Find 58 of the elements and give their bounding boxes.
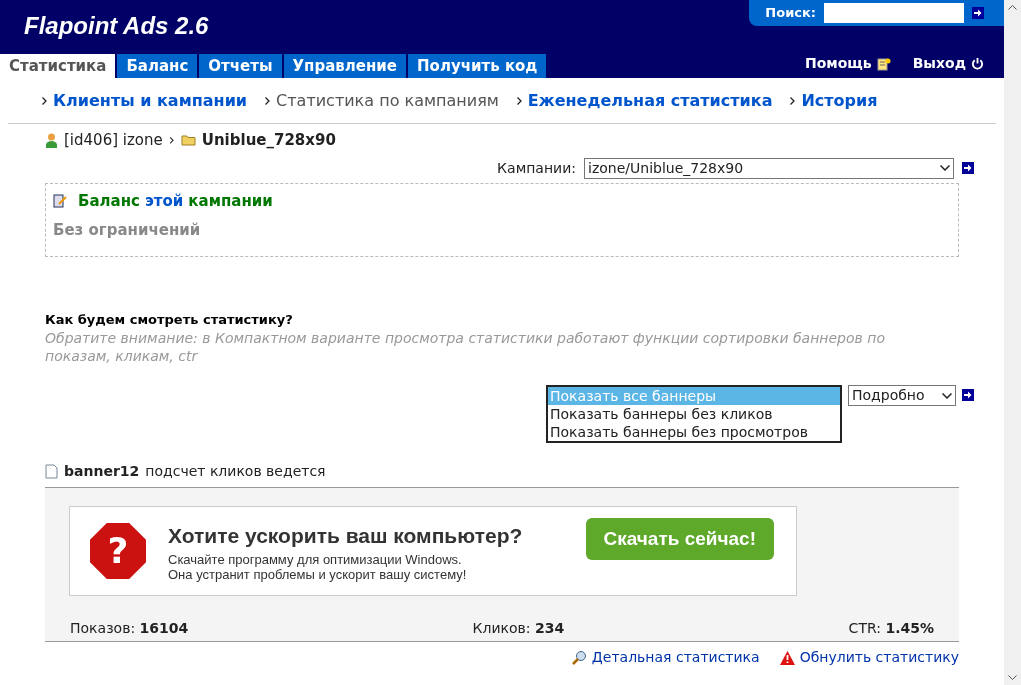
caret-icon — [942, 392, 952, 399]
subnav-link[interactable]: Еженедельная статистика — [527, 88, 773, 113]
scroll-down-icon[interactable] — [1008, 675, 1017, 681]
ad-headline: Хотите ускорить ваш компьютер? — [168, 523, 523, 550]
scrollbar[interactable] — [1004, 0, 1021, 685]
user-icon — [45, 132, 58, 148]
nav-tab[interactable]: Статистика — [0, 54, 116, 78]
campaign-name: Uniblue_728x90 — [201, 130, 336, 151]
magnifier-icon — [571, 650, 587, 665]
subnav-link[interactable]: Статистика по кампаниям — [276, 88, 499, 113]
ad-text: Скачайте программу для оптимизации Windows. — [168, 551, 463, 567]
mode-select[interactable]: Подробно — [848, 385, 956, 406]
listbox-option[interactable]: Показать баннеры без кликов — [548, 405, 840, 423]
arrow-right-icon[interactable] — [962, 389, 974, 401]
stat-text: Показов: 16104 — [70, 619, 189, 638]
breadcrumb-separator: › — [168, 130, 175, 151]
nav-tab[interactable]: Получить код — [408, 54, 547, 78]
listbox-option[interactable]: Показать баннеры без просмотров — [548, 423, 840, 441]
chevron-icon — [265, 96, 271, 105]
subnav-link[interactable]: История — [801, 88, 878, 113]
help-link[interactable]: Помощь — [804, 53, 891, 74]
warning-icon — [779, 650, 795, 665]
chevron-icon — [516, 96, 522, 105]
arrow-right-icon[interactable] — [962, 162, 974, 174]
balance-title: Баланс этой кампании — [78, 190, 273, 212]
caret-icon — [940, 165, 950, 171]
search-label: Поиск: — [765, 4, 816, 23]
arrow-right-icon[interactable] — [972, 7, 984, 19]
scroll-up-icon[interactable] — [1008, 4, 1017, 10]
filter-listbox[interactable]: Показать все баннеры Показать баннеры без кликов Показать баннеры без просмотров — [546, 385, 842, 443]
details-link[interactable]: Детальная статистика — [571, 647, 760, 668]
logout-link[interactable]: Выход — [912, 53, 984, 74]
banner-status: подсчет кликов ведется — [145, 462, 326, 481]
balance-value: Без ограничений — [53, 220, 202, 241]
nav-tab[interactable]: Отчеты — [199, 54, 282, 78]
stat-text: CTR: 1.45% — [848, 619, 934, 638]
notepad-icon — [876, 56, 891, 71]
app-title: Flapoint Ads 2.6 — [23, 11, 209, 41]
document-edit-icon — [53, 193, 68, 209]
folder-icon — [180, 134, 196, 147]
view-note: Обратите внимание: в Компактном варианте просмотра статистики работают функции сортировки баннеров по показам, кликам, ctr — [45, 329, 886, 365]
nav-tab[interactable]: Управление — [283, 54, 407, 78]
banner-name: banner12 — [64, 462, 140, 481]
campaigns-label: Кампании: — [497, 158, 576, 178]
stat-text: Кликов: 234 — [472, 619, 565, 638]
subnav-link[interactable]: Клиенты и кампании — [53, 88, 248, 113]
stop-sign-icon: ? — [90, 523, 146, 579]
nav-tab[interactable]: Баланс — [117, 54, 198, 78]
chevron-icon — [42, 96, 47, 105]
chevron-icon — [790, 96, 796, 105]
search-field[interactable] — [824, 3, 964, 23]
reset-stats-link[interactable]: Обнулить статистику — [779, 647, 959, 668]
document-icon — [45, 464, 58, 479]
view-title: Как будем смотреть статистику? — [45, 310, 294, 329]
campaign-select[interactable]: izone/Uniblue_728x90 — [584, 157, 954, 179]
ad-text: Она устранит проблемы и ускорит вашу систему! — [168, 566, 468, 582]
power-icon — [971, 57, 984, 70]
client-name: [id406] izone — [64, 130, 163, 151]
